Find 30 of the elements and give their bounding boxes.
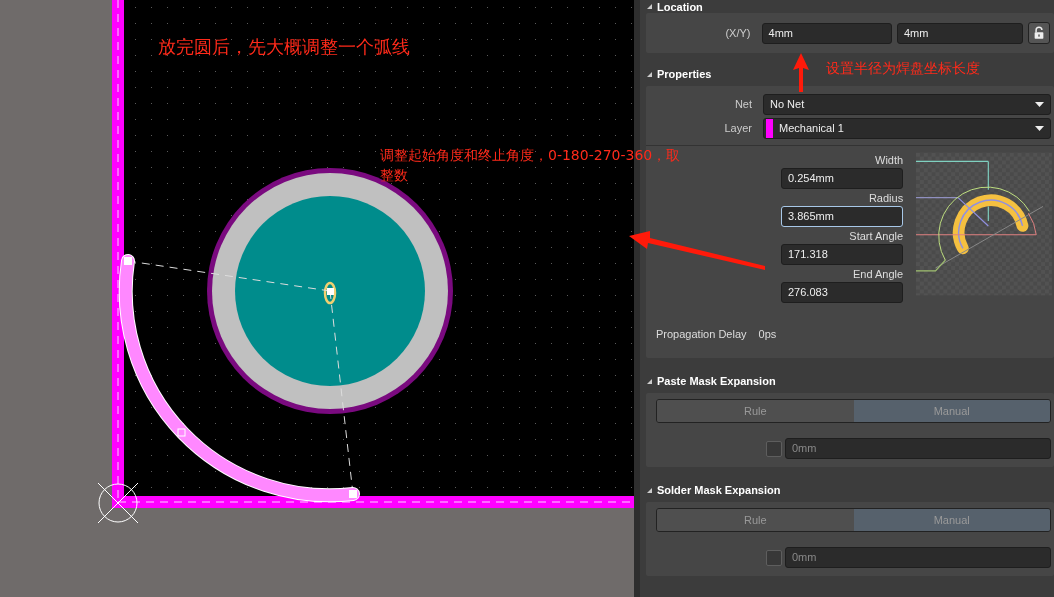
field-label: Propagation Delay — [656, 328, 747, 340]
field-label: End Angle — [852, 267, 904, 282]
input-field[interactable]: 0.254mm — [781, 168, 904, 189]
input-field[interactable]: 3.865mm — [781, 206, 904, 227]
input-field[interactable]: 171.318 — [781, 244, 904, 265]
arrow — [793, 53, 809, 92]
section-header[interactable]: Properties — [657, 68, 712, 80]
section-header[interactable]: Location — [657, 0, 703, 13]
collapse-triangle-icon[interactable] — [647, 378, 652, 384]
collapse-triangle-icon[interactable] — [647, 487, 652, 493]
input-field[interactable]: 276.083 — [781, 282, 904, 303]
pad[interactable] — [207, 168, 453, 414]
field-label: Layer — [723, 122, 753, 134]
field-label: Start Angle — [848, 229, 904, 244]
y-input-field[interactable]: 4mm — [896, 22, 1024, 44]
annotation-text: 调整起始角度和终止角度，0-180-270-360，取整数 — [380, 146, 682, 185]
x-input-field[interactable]: 4mm — [761, 22, 892, 44]
origin-marker-icon — [97, 482, 139, 524]
annotation-text: 设置半径为焊盘坐标长度 — [826, 60, 980, 78]
net-dropdown[interactable]: No Net — [763, 93, 1051, 115]
dropdown-caret-icon — [1035, 101, 1044, 107]
field-label: (X/Y) — [724, 27, 752, 39]
collapse-triangle-icon[interactable] — [647, 71, 652, 77]
field-label: Net — [733, 98, 753, 110]
field-label: Radius — [867, 191, 904, 206]
field-value: 0ps — [758, 328, 777, 340]
dropdown-caret-icon — [1035, 125, 1044, 131]
layer-dropdown[interactable]: Mechanical 1 — [763, 117, 1051, 139]
field-label: Width — [874, 153, 904, 168]
annotation-text: 放完圆后，先大概调整一个弧线 — [158, 35, 410, 59]
